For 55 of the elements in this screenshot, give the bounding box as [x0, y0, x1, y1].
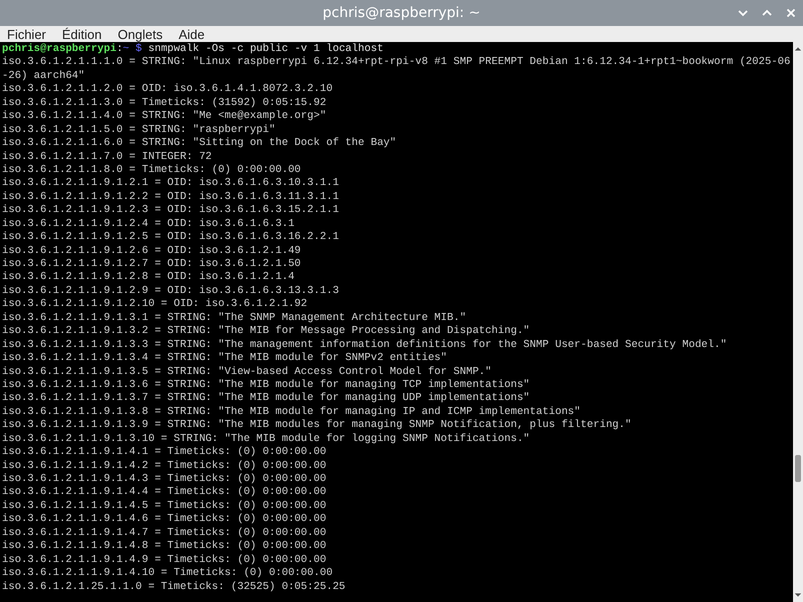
- output-line: iso.3.6.1.2.1.1.9.1.3.9 = STRING: "The MIB modules for managing SNMP Notification, plus filtering.": [2, 419, 632, 433]
- output-line: iso.3.6.1.2.1.1.9.1.2.10 = OID: iso.3.6.1.2.1.92: [2, 298, 308, 312]
- output-line: iso.3.6.1.2.1.1.3.0 = Timeticks: (31592) 0:05:15.92: [2, 96, 328, 110]
- scroll-up-icon[interactable]: [794, 45, 802, 53]
- command-text: snmpwalk -Os -c public -v 1 localhost: [148, 43, 384, 55]
- output-line: iso.3.6.1.2.1.1.5.0 = STRING: "raspberrypi": [2, 124, 276, 137]
- output-line: iso.3.6.1.2.1.1.1.0 = STRING: "Linux raspberrypi 6.12.34+rpt-rpi-v8 #1 SMP PREEMPT Debian 1:6.12.34-1+rpt1~bookworm (2025-06: [2, 56, 792, 70]
- output-line: iso.3.6.1.2.1.1.9.1.2.4 = OID: iso.3.6.1.6.3.1: [2, 218, 296, 231]
- output-line: iso.3.6.1.2.1.1.9.1.2.6 = OID: iso.3.6.1.2.1.49: [2, 244, 302, 258]
- window-title: pchris@raspberrypi: ~: [322, 5, 480, 21]
- output-line: iso.3.6.1.2.1.1.9.1.4.10 = Timeticks: (0) 0:00:00.00: [2, 567, 334, 580]
- output-line: iso.3.6.1.2.1.1.9.1.2.5 = OID: iso.3.6.1.6.3.16.2.2.1: [2, 231, 340, 245]
- output-line: iso.3.6.1.2.1.1.2.0 = OID: iso.3.6.1.4.1.8072.3.2.10: [2, 83, 334, 97]
- menu-item[interactable]: Édition: [54, 26, 110, 42]
- menu-item[interactable]: Fichier: [0, 26, 54, 42]
- menu-item[interactable]: Aide: [170, 26, 213, 42]
- scrollbar[interactable]: [793, 42, 803, 602]
- close-button[interactable]: [785, 7, 797, 19]
- output-line: iso.3.6.1.2.1.1.9.1.4.4 = Timeticks: (0) 0:00:00.00: [2, 486, 328, 500]
- prompt-symbol: $: [136, 43, 142, 55]
- output-line: iso.3.6.1.2.1.1.9.1.4.2 = Timeticks: (0) 0:00:00.00: [2, 460, 328, 473]
- output-line: iso.3.6.1.2.1.1.9.1.4.6 = Timeticks: (0) 0:00:00.00: [2, 513, 328, 527]
- output-line: iso.3.6.1.2.1.1.8.0 = Timeticks: (0) 0:00:00.00: [2, 164, 302, 177]
- output-line: iso.3.6.1.2.1.1.9.1.3.10 = STRING: "The MIB module for logging SNMP Notifications.": [2, 432, 531, 446]
- output-line: iso.3.6.1.2.1.1.6.0 = STRING: "Sitting on the Dock of the Bay": [2, 137, 398, 150]
- output-line: iso.3.6.1.2.1.1.9.1.3.6 = STRING: "The MIB module for managing TCP implementations": [2, 378, 531, 392]
- output-line: -26) aarch64": [2, 70, 86, 83]
- menu-item[interactable]: Onglets: [110, 26, 171, 42]
- output-line: iso.3.6.1.2.1.1.9.1.4.3 = Timeticks: (0) 0:00:00.00: [2, 473, 328, 486]
- output-line: iso.3.6.1.2.1.1.9.1.4.5 = Timeticks: (0) 0:00:00.00: [2, 500, 328, 513]
- output-line: iso.3.6.1.2.1.1.9.1.3.7 = STRING: "The MIB module for managing UDP implementations": [2, 392, 531, 406]
- prompt-path: ~: [122, 43, 130, 55]
- output-line: iso.3.6.1.2.1.1.9.1.3.5 = STRING: "View-based Access Control Model for SNMP.": [2, 366, 493, 379]
- output-line: iso.3.6.1.2.1.1.9.1.3.3 = STRING: "The management information definitions for the SNMP User-based Security Model.": [2, 338, 728, 352]
- output-line: iso.3.6.1.2.1.1.9.1.2.7 = OID: iso.3.6.1.2.1.50: [2, 258, 302, 271]
- scroll-down-icon[interactable]: [794, 591, 802, 599]
- output-line: iso.3.6.1.2.1.25.1.1.0 = Timeticks: (32525) 0:05:25.25: [2, 580, 346, 594]
- output-line: iso.3.6.1.2.1.1.9.1.4.1 = Timeticks: (0) 0:00:00.00: [2, 446, 328, 460]
- scrollbar-thumb[interactable]: [795, 455, 801, 482]
- output-line: iso.3.6.1.2.1.1.9.1.4.7 = Timeticks: (0) 0:00:00.00: [2, 526, 328, 540]
- output-line: iso.3.6.1.2.1.1.9.1.2.2 = OID: iso.3.6.1.6.3.11.3.1.1: [2, 190, 340, 204]
- output-line: iso.3.6.1.2.1.1.9.1.2.9 = OID: iso.3.6.1.6.3.13.3.1.3: [2, 284, 340, 298]
- output-line: iso.3.6.1.2.1.1.9.1.3.8 = STRING: "The MIB module for managing IP and ICMP implementations": [2, 406, 582, 419]
- output-line: iso.3.6.1.2.1.1.9.1.3.4 = STRING: "The MIB module for SNMPv2 entities": [2, 352, 448, 366]
- output-line: iso.3.6.1.2.1.1.9.1.4.9 = Timeticks: (0) 0:00:00.00: [2, 554, 328, 567]
- output-line: iso.3.6.1.2.1.1.7.0 = INTEGER: 72: [2, 150, 213, 164]
- output-line: iso.3.6.1.2.1.1.9.1.2.1 = OID: iso.3.6.1.6.3.10.3.1.1: [2, 177, 340, 191]
- output-line: iso.3.6.1.2.1.1.9.1.4.8 = Timeticks: (0) 0:00:00.00: [2, 540, 328, 554]
- output-line: iso.3.6.1.2.1.1.4.0 = STRING: "Me <me@example.org>": [2, 110, 328, 124]
- prompt-user: pchris@raspberrypi: [2, 43, 116, 55]
- output-line: iso.3.6.1.2.1.1.9.1.2.8 = OID: iso.3.6.1.2.1.4: [2, 271, 296, 285]
- output-line: iso.3.6.1.2.1.1.9.1.2.3 = OID: iso.3.6.1.6.3.15.2.1.1: [2, 204, 340, 218]
- prompt-separator: :: [116, 43, 123, 55]
- output-line: iso.3.6.1.2.1.1.9.1.3.2 = STRING: "The MIB for Message Processing and Dispatching.": [2, 325, 531, 339]
- output-line: iso.3.6.1.2.1.1.9.1.3.1 = STRING: "The SNMP Management Architecture MIB.": [2, 312, 468, 325]
